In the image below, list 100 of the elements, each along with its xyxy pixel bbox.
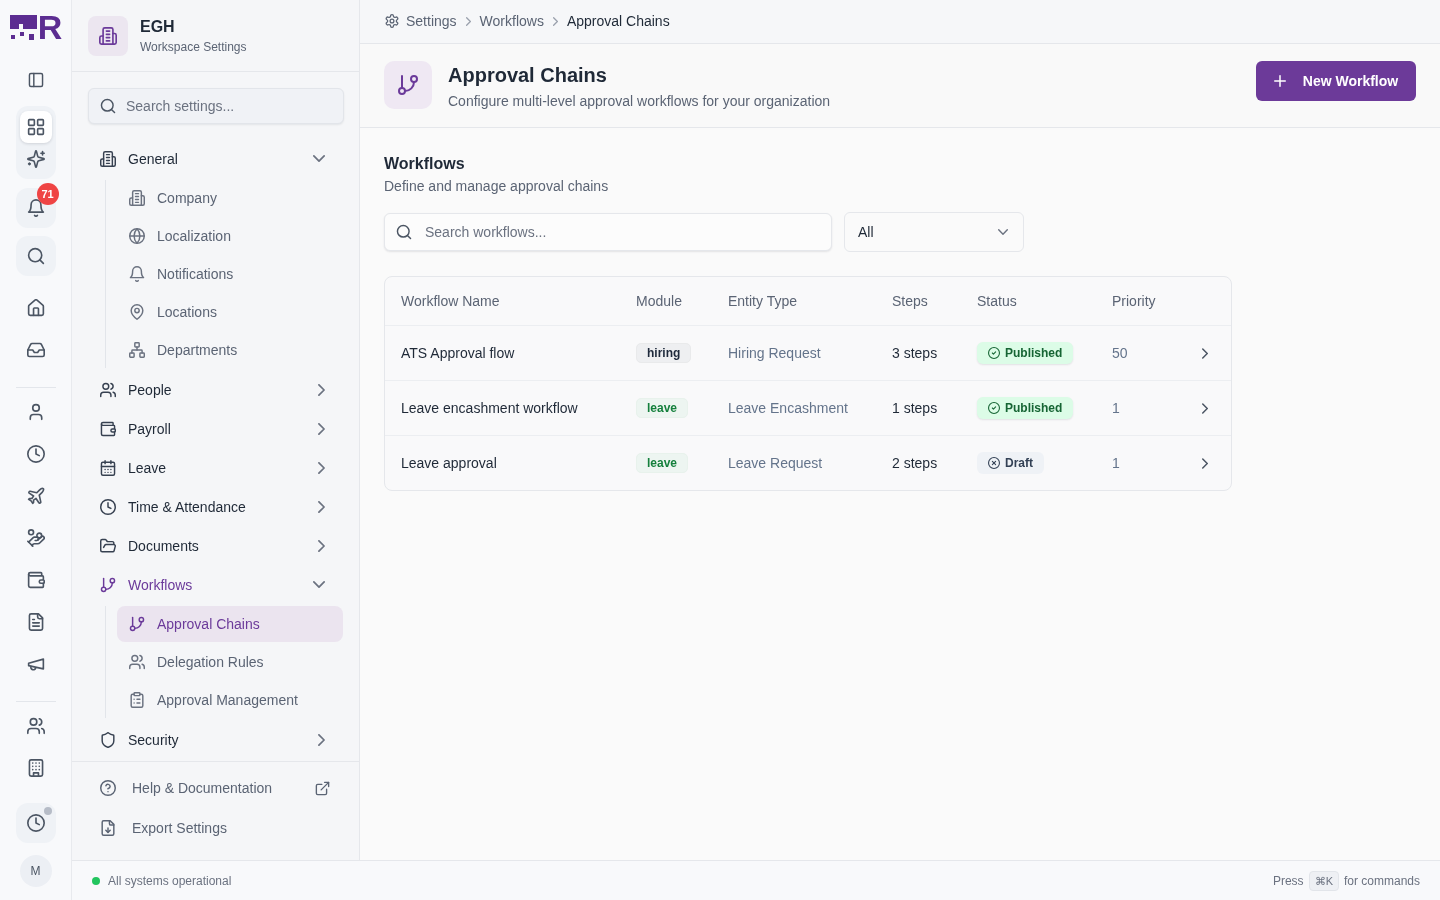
table-cell: 1 xyxy=(1112,455,1120,471)
table-cell: 1 xyxy=(1112,400,1120,416)
sidebar-item[interactable]: Approval Management xyxy=(117,682,343,718)
table-cell: Leave encashment workflow xyxy=(401,400,578,416)
sidebar-section-item[interactable]: Security xyxy=(88,720,343,759)
breadcrumb-link[interactable]: Settings xyxy=(406,13,457,29)
logo-text: R xyxy=(37,14,62,40)
sidebar-item[interactable]: Localization xyxy=(117,218,343,254)
plus-icon xyxy=(1273,75,1286,87)
sidebar-item[interactable]: Company xyxy=(117,180,343,216)
sidebar-toggle-icon[interactable] xyxy=(27,72,44,88)
people-icon xyxy=(26,717,45,735)
wallet-icon xyxy=(26,571,45,589)
grid-icon xyxy=(26,118,45,136)
sidebar-section-item[interactable]: Payroll xyxy=(88,409,343,448)
office-building-icon xyxy=(100,150,116,167)
search-icon xyxy=(396,224,412,240)
office-building-icon xyxy=(129,190,145,206)
workspace-name: EGH xyxy=(140,16,175,37)
sidebar-section-item[interactable]: General xyxy=(88,139,343,178)
sidebar-section-item[interactable]: People xyxy=(88,370,343,409)
calendar-icon xyxy=(100,459,116,476)
check-circle-icon xyxy=(988,402,1000,414)
column-header: Status xyxy=(977,293,1017,309)
hand-icon xyxy=(26,529,45,547)
sidebar-item[interactable]: Departments xyxy=(117,332,343,368)
chevron-right-icon xyxy=(318,422,325,435)
building-icon xyxy=(26,759,45,777)
avatar[interactable]: M xyxy=(19,855,52,887)
map-pin-icon xyxy=(129,304,145,320)
breadcrumb-link[interactable]: Workflows xyxy=(479,13,544,29)
table-cell: 2 steps xyxy=(892,455,938,471)
branch-icon xyxy=(100,576,116,593)
settings-icon xyxy=(385,14,399,28)
branch-icon xyxy=(129,616,145,632)
page-subtitle: Configure multi-level approval workflows for your organization xyxy=(448,92,831,111)
chevron-right-icon xyxy=(318,383,325,396)
sidebar-link[interactable]: Export Settings xyxy=(88,810,343,846)
search-button[interactable] xyxy=(15,236,56,276)
chevron-right-icon[interactable] xyxy=(1202,402,1208,414)
external-link-icon xyxy=(315,780,330,796)
file-download-icon xyxy=(100,820,116,836)
table-cell: Leave Request xyxy=(728,455,823,471)
system-status-text: All systems operational xyxy=(108,873,232,888)
status-filter-dropdown[interactable]: All xyxy=(844,212,1024,252)
chevron-down-icon xyxy=(313,155,325,162)
chevron-right-icon xyxy=(318,500,325,513)
document-icon xyxy=(26,613,45,631)
workflow-search-field[interactable]: Search workflows... xyxy=(384,213,832,251)
branch-icon xyxy=(384,61,432,109)
table-cell: Leave Encashment xyxy=(728,400,848,416)
folder-icon xyxy=(100,537,116,554)
table-cell: 50 xyxy=(1112,345,1128,361)
column-header: Priority xyxy=(1112,293,1156,309)
sidebar-link[interactable]: Help & Documentation xyxy=(88,770,343,806)
x-circle-icon xyxy=(988,457,1000,469)
chevron-right-icon xyxy=(552,16,558,26)
new-workflow-button[interactable]: New Workflow xyxy=(1256,61,1416,101)
section-title: Workflows xyxy=(384,154,465,174)
chevron-down-icon xyxy=(313,581,325,588)
chevron-right-icon xyxy=(318,733,325,746)
grid-button[interactable] xyxy=(19,111,52,143)
people-icon xyxy=(129,654,145,670)
search-icon xyxy=(100,98,116,114)
chevron-right-icon[interactable] xyxy=(1202,457,1208,469)
shortcut-key: ⌘K xyxy=(1308,870,1339,891)
sidebar-section-item[interactable]: Workflows xyxy=(88,565,343,604)
sidebar-item[interactable]: Approval Chains xyxy=(117,606,343,642)
sidebar-item[interactable]: Delegation Rules xyxy=(117,644,343,680)
bell-icon xyxy=(26,199,45,217)
history-button[interactable] xyxy=(15,803,56,843)
sidebar-item[interactable]: Notifications xyxy=(117,256,343,292)
inbox-icon xyxy=(26,341,45,359)
airplane-icon xyxy=(26,487,45,505)
sidebar-section-item[interactable]: Time & Attendance xyxy=(88,487,343,526)
chevron-right-icon xyxy=(318,461,325,474)
column-header: Entity Type xyxy=(728,293,797,309)
shield-icon xyxy=(100,731,116,748)
sidebar-section-item[interactable]: Leave xyxy=(88,448,343,487)
logo-mark-icon xyxy=(9,15,37,40)
status-badge: Draft xyxy=(977,452,1044,474)
person-icon xyxy=(26,403,45,421)
command-hint-text: Press xyxy=(1272,873,1304,888)
chevron-right-icon[interactable] xyxy=(1202,347,1208,359)
settings-search-field[interactable]: Search settings... xyxy=(88,88,344,124)
table-cell: 1 steps xyxy=(892,400,938,416)
check-circle-icon xyxy=(988,347,1000,359)
notification-count-badge: 71 xyxy=(36,183,59,205)
column-header: Module xyxy=(636,293,682,309)
sidebar-item[interactable]: Locations xyxy=(117,294,343,330)
status-badge: Published xyxy=(977,342,1074,364)
table-cell: ATS Approval flow xyxy=(401,345,515,361)
chevron-right-icon xyxy=(465,16,471,26)
section-subtitle: Define and manage approval chains xyxy=(384,177,609,196)
chevron-right-icon xyxy=(318,539,325,552)
page-title: Approval Chains xyxy=(448,63,607,87)
clock-icon xyxy=(100,498,116,515)
sidebar-section-item[interactable]: Documents xyxy=(88,526,343,565)
wallet-icon xyxy=(100,420,116,437)
clock-icon xyxy=(26,445,45,463)
